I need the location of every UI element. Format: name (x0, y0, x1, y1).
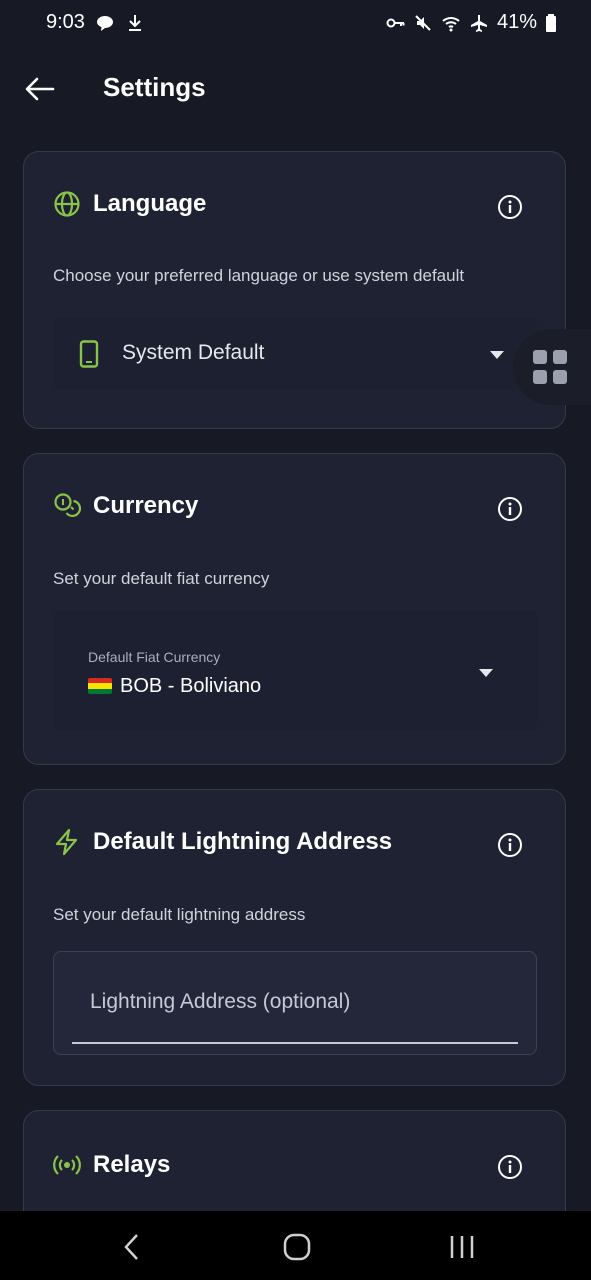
language-title: Language (93, 190, 207, 217)
status-right: 41% (385, 11, 557, 34)
airplane-icon (470, 14, 487, 32)
currency-dropdown[interactable]: Default Fiat Currency BOB - Boliviano (53, 610, 537, 730)
page-title: Settings (103, 72, 206, 102)
back-arrow-icon[interactable] (22, 72, 56, 106)
broadcast-icon (53, 1155, 81, 1175)
language-description: Choose your preferred language or use sy… (53, 266, 465, 285)
lightning-description: Set your default lightning address (53, 905, 306, 924)
info-icon[interactable] (497, 832, 523, 858)
currency-selected-text: BOB - Boliviano (120, 675, 262, 697)
status-time: 9:03 (46, 11, 85, 33)
battery-icon (546, 13, 556, 32)
download-icon (128, 14, 141, 31)
battery-percent: 41% (496, 11, 537, 33)
lightning-bolt-icon (55, 828, 78, 856)
currency-selected: BOB - Boliviano (88, 675, 261, 698)
currency-header: Currency (53, 492, 198, 520)
language-header: Language (53, 190, 206, 218)
lightning-header: Default Lightning Address (53, 828, 392, 856)
language-selected: System Default (122, 341, 265, 364)
lightning-address-placeholder: Lightning Address (optional) (90, 990, 351, 1013)
currency-description: Set your default fiat currency (53, 569, 270, 588)
currency-card: Currency Set your default fiat currency … (23, 453, 566, 765)
lightning-card: Default Lightning Address Set your defau… (23, 789, 566, 1086)
info-icon[interactable] (497, 496, 523, 522)
chevron-down-icon (490, 351, 504, 359)
status-left: 9:03 (46, 11, 145, 34)
currency-title: Currency (93, 492, 199, 519)
status-bar: 9:03 41% (0, 0, 591, 48)
language-dropdown[interactable]: System Default (53, 318, 537, 390)
currency-field-label: Default Fiat Currency (88, 649, 221, 665)
wifi-icon (442, 16, 460, 31)
lightning-title: Default Lightning Address (93, 828, 393, 855)
chevron-down-icon (479, 669, 493, 677)
system-nav-bar (0, 1211, 591, 1280)
mute-icon (415, 14, 431, 31)
input-underline (72, 1042, 518, 1044)
lightning-address-input[interactable]: Lightning Address (optional) (53, 951, 537, 1055)
coins-icon (54, 493, 81, 518)
relays-header: Relays (53, 1151, 170, 1179)
vpn-key-icon (386, 18, 405, 27)
bolivia-flag-icon (88, 678, 112, 694)
relays-title: Relays (93, 1151, 171, 1178)
nav-back-icon[interactable] (112, 1227, 152, 1267)
globe-icon (54, 191, 80, 217)
language-card: Language Choose your preferred language … (23, 151, 566, 429)
info-icon[interactable] (497, 194, 523, 220)
app-bar: Settings (0, 52, 591, 124)
nav-recents-icon[interactable] (442, 1227, 482, 1267)
nav-home-icon[interactable] (277, 1227, 317, 1267)
chat-bubble-icon (96, 15, 113, 31)
info-icon[interactable] (497, 1154, 523, 1180)
floating-grid-button[interactable] (513, 329, 591, 405)
smartphone-icon (79, 340, 99, 368)
